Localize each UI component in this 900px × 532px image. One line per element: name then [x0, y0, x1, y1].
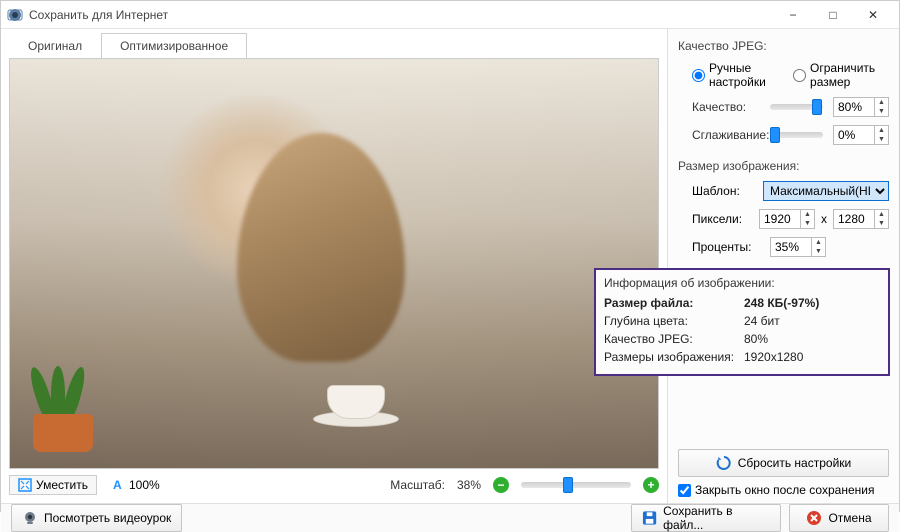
smoothing-down[interactable]: ▼ — [875, 135, 888, 144]
quality-label: Качество: — [692, 100, 766, 114]
radio-manual-input[interactable] — [692, 69, 705, 82]
webcam-icon — [22, 510, 38, 526]
watch-video-button[interactable]: Посмотреть видеоурок — [11, 504, 182, 532]
cancel-button[interactable]: Отмена — [789, 504, 889, 532]
left-pane: Оригинал Оптимизированное Уместить A 100… — [1, 29, 667, 503]
jpegq-value: 80% — [744, 332, 768, 346]
quality-slider[interactable] — [770, 104, 823, 110]
file-size-label: Размер файла: — [604, 296, 744, 310]
x-separator: x — [821, 212, 827, 226]
radio-limit-input[interactable] — [793, 69, 806, 82]
smoothing-spin[interactable]: ▲▼ — [833, 125, 889, 145]
template-select[interactable]: Максимальный(HD) — [763, 181, 889, 201]
template-label: Шаблон: — [692, 184, 759, 198]
dims-value: 1920x1280 — [744, 350, 803, 364]
save-icon — [642, 510, 657, 526]
zoom-a-icon: A — [111, 478, 125, 492]
reset-icon — [716, 455, 732, 471]
height-spin[interactable]: ▲▼ — [833, 209, 889, 229]
image-info-box: Информация об изображении: Размер файла:… — [594, 268, 890, 376]
smoothing-slider[interactable] — [770, 132, 823, 138]
save-button[interactable]: Сохранить в файл... — [631, 504, 781, 532]
jpeg-quality-title: Качество JPEG: — [678, 39, 889, 53]
reset-button[interactable]: Сбросить настройки — [678, 449, 889, 477]
info-title: Информация об изображении: — [604, 276, 880, 290]
fit-button[interactable]: Уместить — [9, 475, 97, 495]
close-button[interactable]: ✕ — [853, 1, 893, 29]
close-after-save-checkbox[interactable] — [678, 484, 691, 497]
width-input[interactable] — [760, 210, 800, 228]
tab-optimized[interactable]: Оптимизированное — [101, 33, 247, 59]
preview-cup — [321, 383, 391, 427]
zoom-out-button[interactable]: − — [493, 477, 509, 493]
zoom-value: 38% — [457, 478, 481, 492]
percent-input[interactable] — [771, 238, 811, 256]
image-size-title: Размер изображения: — [678, 159, 889, 173]
fit-label: Уместить — [36, 478, 88, 492]
zoom100-label: 100% — [129, 478, 160, 492]
svg-text:A: A — [113, 478, 122, 492]
file-size-value: 248 КБ(-97%) — [744, 296, 819, 310]
close-after-save-row[interactable]: Закрыть окно после сохранения — [678, 483, 889, 497]
preview-plant — [23, 342, 103, 452]
smoothing-input[interactable] — [834, 126, 874, 144]
quality-up[interactable]: ▲ — [875, 98, 888, 107]
minimize-button[interactable]: − — [773, 1, 813, 29]
maximize-button[interactable]: □ — [813, 1, 853, 29]
preview-tabs: Оригинал Оптимизированное — [9, 33, 659, 59]
titlebar: Сохранить для Интернет − □ ✕ — [1, 1, 899, 29]
window-title: Сохранить для Интернет — [29, 8, 773, 22]
quality-down[interactable]: ▼ — [875, 107, 888, 116]
cancel-icon — [806, 510, 822, 526]
preview-footer: Уместить A 100% Масштаб: 38% − + — [9, 469, 659, 495]
radio-manual[interactable]: Ручные настройки — [692, 61, 783, 89]
quality-input[interactable] — [834, 98, 874, 116]
close-after-save-label: Закрыть окно после сохранения — [695, 483, 874, 497]
percent-label: Проценты: — [692, 240, 766, 254]
percent-spin[interactable]: ▲▼ — [770, 237, 826, 257]
bottom-bar: Посмотреть видеоурок Сохранить в файл...… — [1, 503, 899, 532]
right-pane: Качество JPEG: Ручные настройки Ограничи… — [667, 29, 899, 503]
image-preview[interactable] — [9, 58, 659, 469]
width-spin[interactable]: ▲▼ — [759, 209, 815, 229]
zoom-slider[interactable] — [521, 482, 631, 488]
pixels-label: Пиксели: — [692, 212, 755, 226]
jpegq-label: Качество JPEG: — [604, 332, 744, 346]
dims-label: Размеры изображения: — [604, 350, 744, 364]
zoom-label: Масштаб: — [390, 478, 445, 492]
smoothing-label: Сглаживание: — [692, 128, 766, 142]
app-icon — [7, 7, 23, 23]
depth-label: Глубина цвета: — [604, 314, 744, 328]
zoom-100-button[interactable]: A 100% — [105, 476, 166, 494]
height-input[interactable] — [834, 210, 874, 228]
depth-value: 24 бит — [744, 314, 780, 328]
zoom-in-button[interactable]: + — [643, 477, 659, 493]
radio-limit-size[interactable]: Ограничить размер — [793, 61, 889, 89]
quality-spin[interactable]: ▲▼ — [833, 97, 889, 117]
smoothing-up[interactable]: ▲ — [875, 126, 888, 135]
tab-original[interactable]: Оригинал — [9, 33, 101, 59]
fit-icon — [18, 478, 32, 492]
